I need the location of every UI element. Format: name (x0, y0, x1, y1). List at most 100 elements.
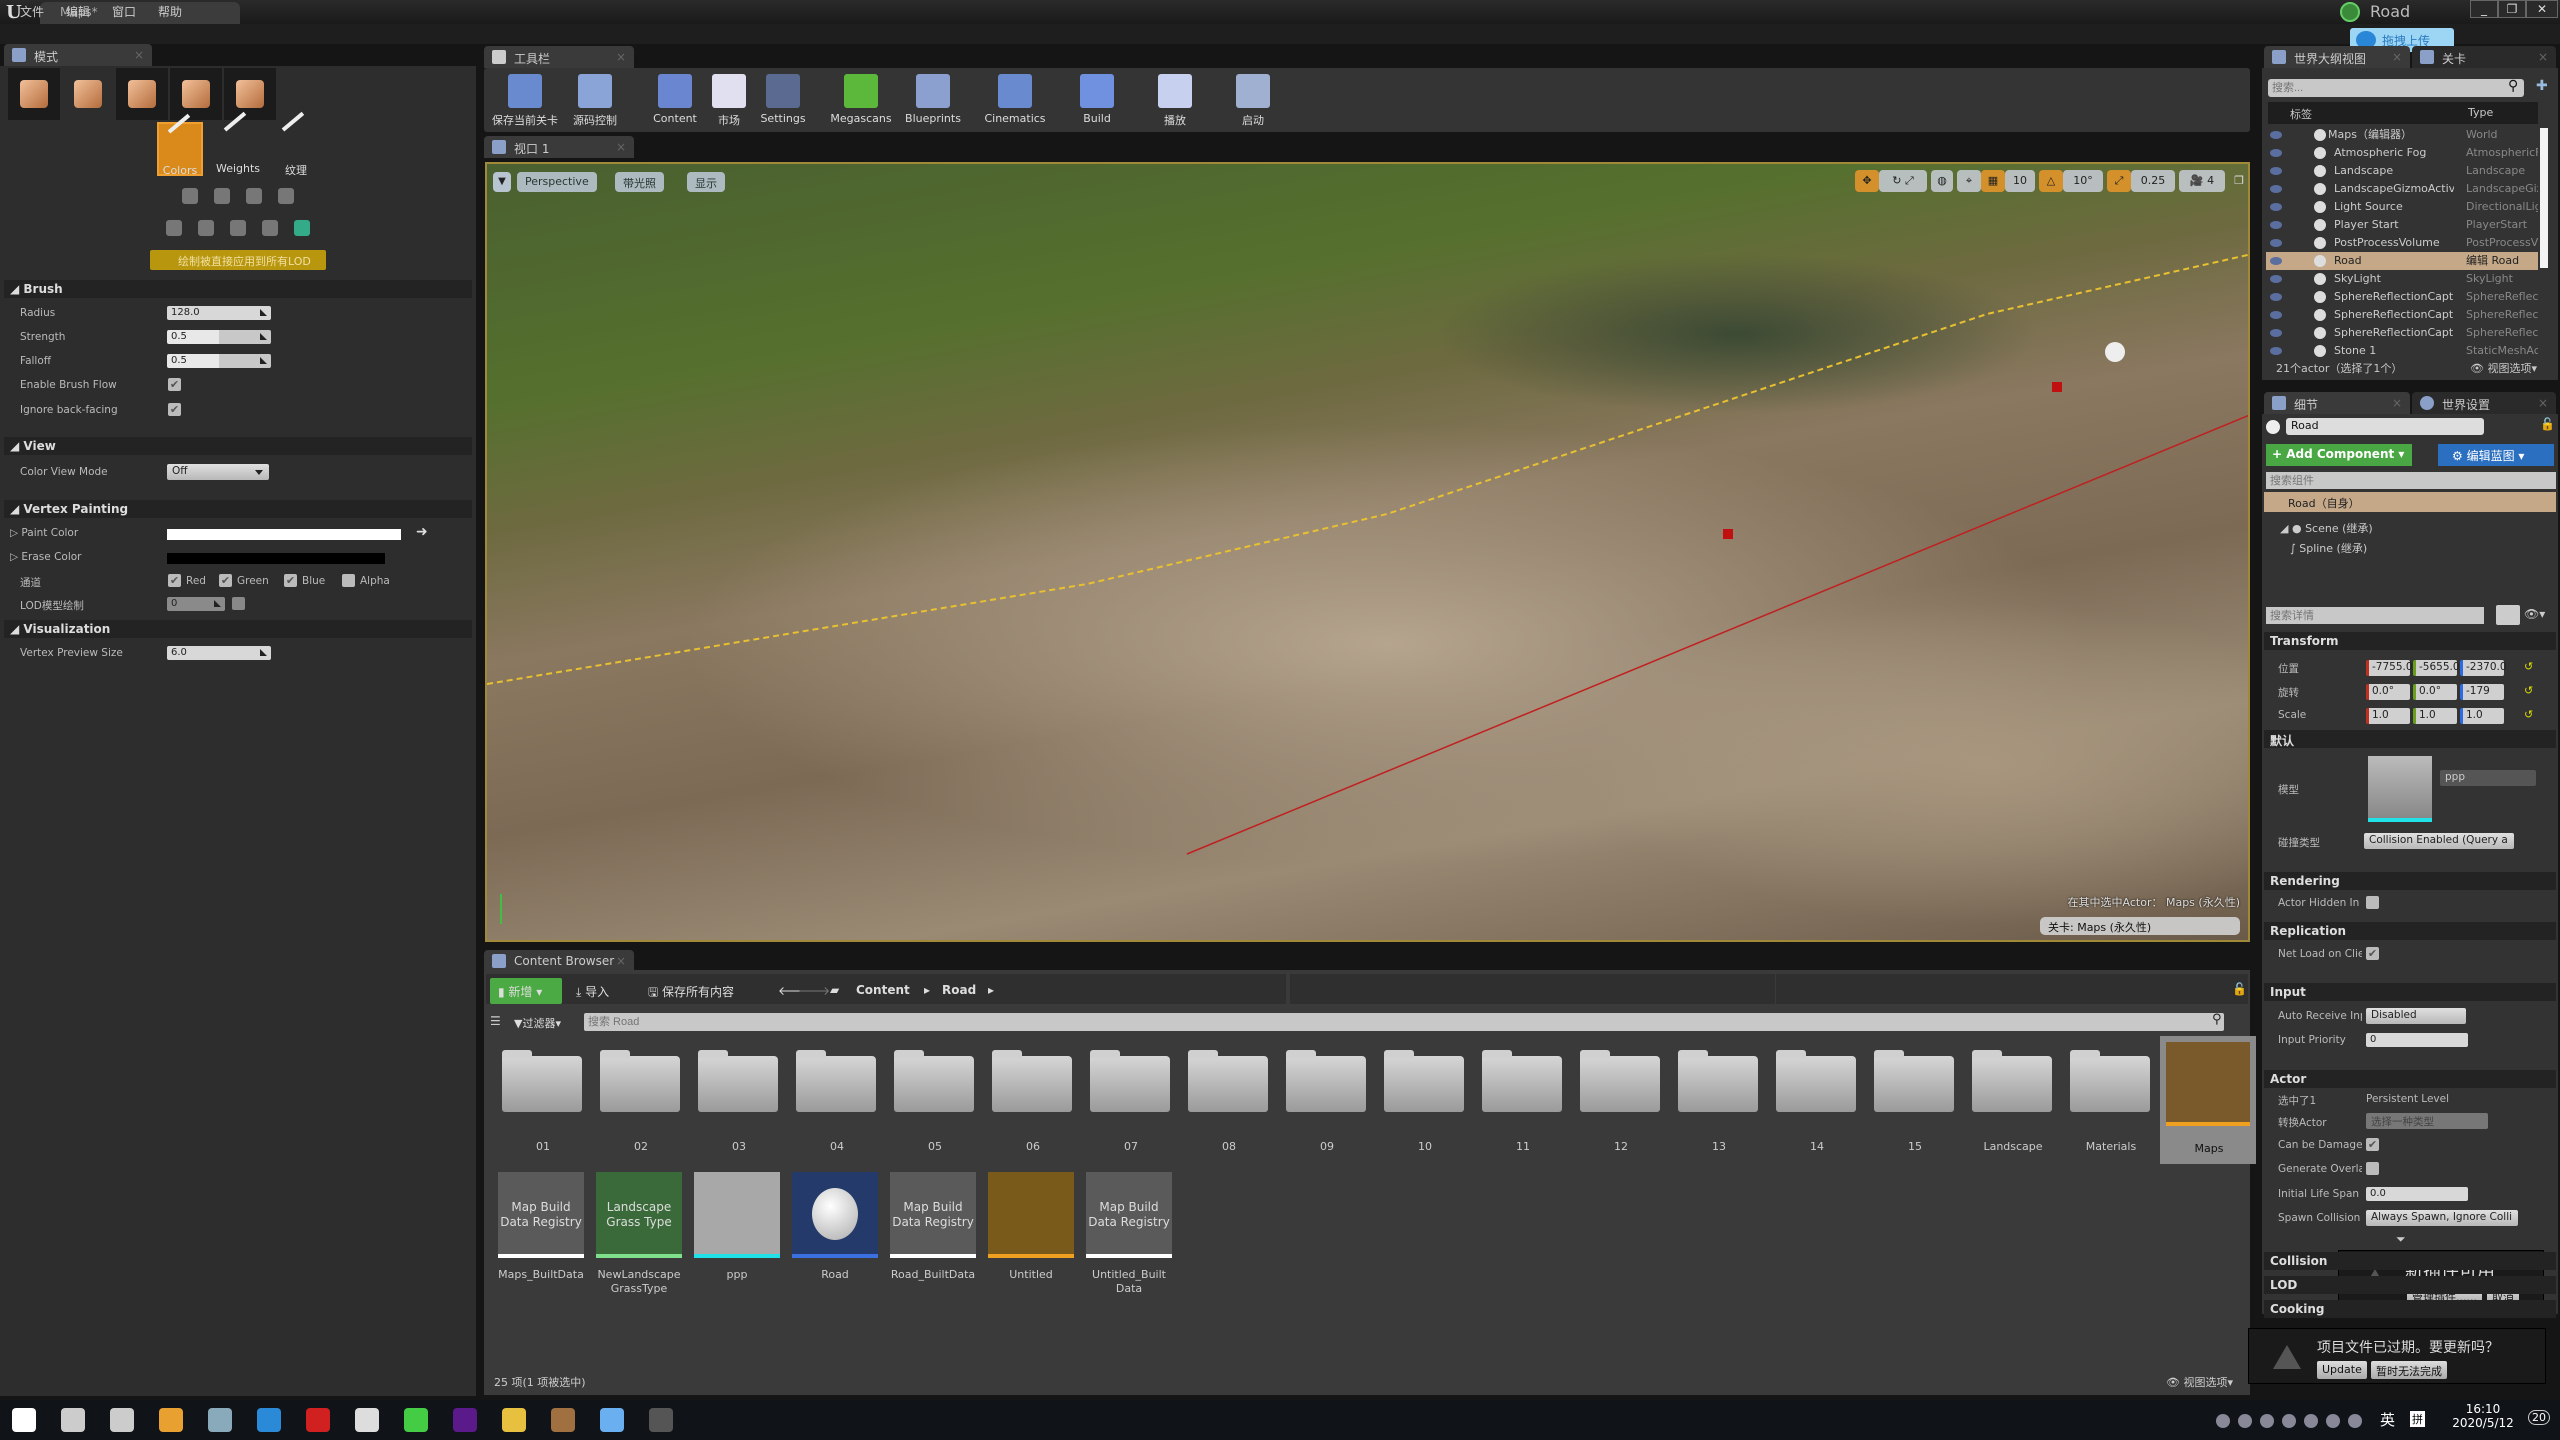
vector-field-rot[interactable]: 0.0° (2366, 684, 2410, 700)
vector-field-loc[interactable]: -7755.0 (2366, 660, 2413, 676)
asset-thumbnail[interactable]: Map Build Data Registry (1086, 1172, 1172, 1258)
folder-label[interactable]: 04 (788, 1140, 886, 1153)
eye-icon[interactable] (2270, 293, 2282, 301)
channel-checkbox-green[interactable]: ✔ (219, 574, 232, 587)
close-icon[interactable]: × (616, 50, 626, 64)
subtool-0[interactable]: Colors (157, 113, 203, 177)
tab-levels[interactable]: 关卡 × (2412, 46, 2556, 68)
folder-icon[interactable] (600, 1050, 680, 1112)
asset-thumbnail[interactable] (694, 1172, 780, 1258)
reset-icon[interactable]: ↺ (2524, 708, 2533, 721)
wechat-icon[interactable] (404, 1408, 428, 1432)
menu-item[interactable]: 编辑 (66, 3, 90, 20)
save-all-button[interactable]: 🖫 保存所有内容 (648, 978, 734, 1004)
outliner-row[interactable]: SkyLight SkyLight (2266, 270, 2538, 288)
windows-start-icon[interactable] (12, 1408, 36, 1432)
level-viewport[interactable]: ▼ Perspective 带光照 显示 ✥ ↻ ⤢ ◍ ⌖ ▦ 10 △ 10… (485, 162, 2250, 942)
show-button[interactable]: 显示 (687, 172, 725, 192)
close-icon[interactable]: × (2392, 396, 2402, 410)
update-button[interactable]: Update (2317, 1361, 2367, 1379)
eye-icon[interactable] (2270, 131, 2282, 139)
maximize-button[interactable]: ❐ (2498, 0, 2526, 18)
scale-snap-value[interactable]: 0.25 (2131, 170, 2175, 192)
add-new-button[interactable]: ▮ 新增 ▾ (490, 978, 562, 1004)
toolbar-button-10[interactable]: 启动 (1218, 70, 1288, 130)
file-explorer-icon[interactable] (502, 1408, 526, 1432)
tray-qq-icon[interactable] (2282, 1414, 2296, 1428)
tab-world-outliner[interactable]: 世界大纲视图 × (2264, 46, 2410, 68)
paste-icon[interactable] (278, 188, 294, 204)
folder-icon[interactable] (1874, 1050, 1954, 1112)
tray-chevron-up-icon[interactable] (2216, 1414, 2230, 1428)
folder-label[interactable]: 14 (1768, 1140, 1866, 1153)
folder-icon[interactable] (1286, 1050, 1366, 1112)
baidu-netdisk-icon[interactable] (600, 1408, 624, 1432)
breadcrumb-separator[interactable]: ▸ (988, 978, 994, 1004)
minimize-button[interactable]: _ (2470, 0, 2498, 18)
vector-field-scale[interactable]: 1.0 (2460, 708, 2504, 724)
toolbar-button-0[interactable]: 保存当前关卡 (490, 70, 560, 130)
asset-thumbnail[interactable]: Map Build Data Registry (890, 1172, 976, 1258)
close-button[interactable]: ✕ (2526, 0, 2558, 18)
vector-field-scale[interactable]: 1.0 (2413, 708, 2457, 724)
section-default[interactable]: 默认 (2264, 730, 2556, 748)
folder-label[interactable]: 11 (1474, 1140, 1572, 1153)
eye-icon[interactable] (2270, 275, 2282, 283)
tab-world-settings[interactable]: 世界设置 × (2412, 392, 2556, 414)
tray-wechat-tray-icon[interactable] (2304, 1414, 2318, 1428)
foliage-mode-icon[interactable] (170, 68, 222, 120)
breadcrumb-road[interactable]: Road (942, 978, 976, 1004)
asset-label[interactable]: ppp (688, 1268, 786, 1282)
section-collapsed[interactable]: Collision (2264, 1252, 2556, 1270)
outliner-row[interactable]: Atmospheric Fog AtmosphericFog (2266, 144, 2538, 162)
asset-label[interactable]: Road_BuiltData (884, 1268, 982, 1282)
section-brush[interactable]: ◢ Brush (4, 280, 472, 298)
can-be-damaged-checkbox[interactable]: ✔ (2366, 1138, 2379, 1151)
outliner-row[interactable]: Stone 1 StaticMeshActor (2266, 342, 2538, 360)
radius-input[interactable]: 128.0 (167, 306, 271, 320)
scale-snap-icon[interactable]: ⤢ (2107, 170, 2131, 192)
folder-label[interactable]: 12 (1572, 1140, 1670, 1153)
convert-actor-dropdown[interactable]: 选择一种类型 (2366, 1113, 2488, 1129)
tab-content-browser[interactable]: Content Browser × (484, 950, 634, 970)
eye-icon[interactable] (2270, 257, 2282, 265)
folder-label[interactable]: 02 (592, 1140, 690, 1153)
initial-life-span-field[interactable]: 0.0 (2366, 1187, 2468, 1201)
subtool-2[interactable]: 纹理 (273, 111, 319, 177)
ime-language[interactable]: 英 (2380, 1409, 2395, 1430)
actor-name-field[interactable]: Road (2286, 418, 2484, 435)
erase-color-label[interactable]: ▷ Erase Color (10, 551, 82, 563)
section-collapsed[interactable]: LOD (2264, 1276, 2556, 1294)
mesh-dropdown[interactable]: ppp (2440, 770, 2536, 786)
close-icon[interactable]: × (134, 48, 144, 62)
paint-mode-icon[interactable] (62, 68, 114, 120)
folder-icon[interactable] (796, 1050, 876, 1112)
folder-label[interactable]: 15 (1866, 1140, 1964, 1153)
collision-dropdown[interactable]: Collision Enabled (Query a (2364, 833, 2514, 849)
folder-icon[interactable] (1776, 1050, 1856, 1112)
outliner-view-options[interactable]: 👁 视图选项▾ (2470, 360, 2537, 376)
folder-label[interactable]: 07 (1082, 1140, 1180, 1153)
rotation-snap-value[interactable]: 10° (2063, 170, 2103, 192)
input-priority-field[interactable]: 0 (2366, 1033, 2468, 1047)
place-mode-icon[interactable] (8, 68, 60, 120)
menu-item[interactable]: 文件 (20, 3, 44, 20)
toolbar-button-1[interactable]: 源码控制 (560, 70, 630, 130)
eye-icon[interactable]: 👁▾ (2524, 607, 2545, 621)
ime-mode[interactable]: 拼 (2410, 1411, 2425, 1427)
search-icon[interactable] (61, 1408, 85, 1432)
remove-icon[interactable] (230, 220, 246, 236)
translate-icon[interactable]: ✥ (1855, 170, 1879, 192)
generate-overlap-checkbox[interactable] (2366, 1162, 2379, 1175)
copy-icon[interactable] (246, 188, 262, 204)
paint-color-label[interactable]: ▷ Paint Color (10, 527, 78, 539)
lock-icon[interactable]: 🔓 (2232, 982, 2247, 996)
outliner-row[interactable]: SphereReflectionCapture SphereReflection (2266, 306, 2538, 324)
youdao-icon[interactable] (306, 1408, 330, 1432)
close-icon[interactable]: × (2392, 50, 2402, 64)
outliner-row[interactable]: LandscapeGizmoActive LandscapeGizmo (2266, 180, 2538, 198)
section-rendering[interactable]: Rendering (2264, 872, 2556, 890)
folder-icon[interactable] (1678, 1050, 1758, 1112)
column-type[interactable]: Type (2468, 106, 2493, 119)
subtool-1[interactable]: Weights (215, 111, 261, 176)
